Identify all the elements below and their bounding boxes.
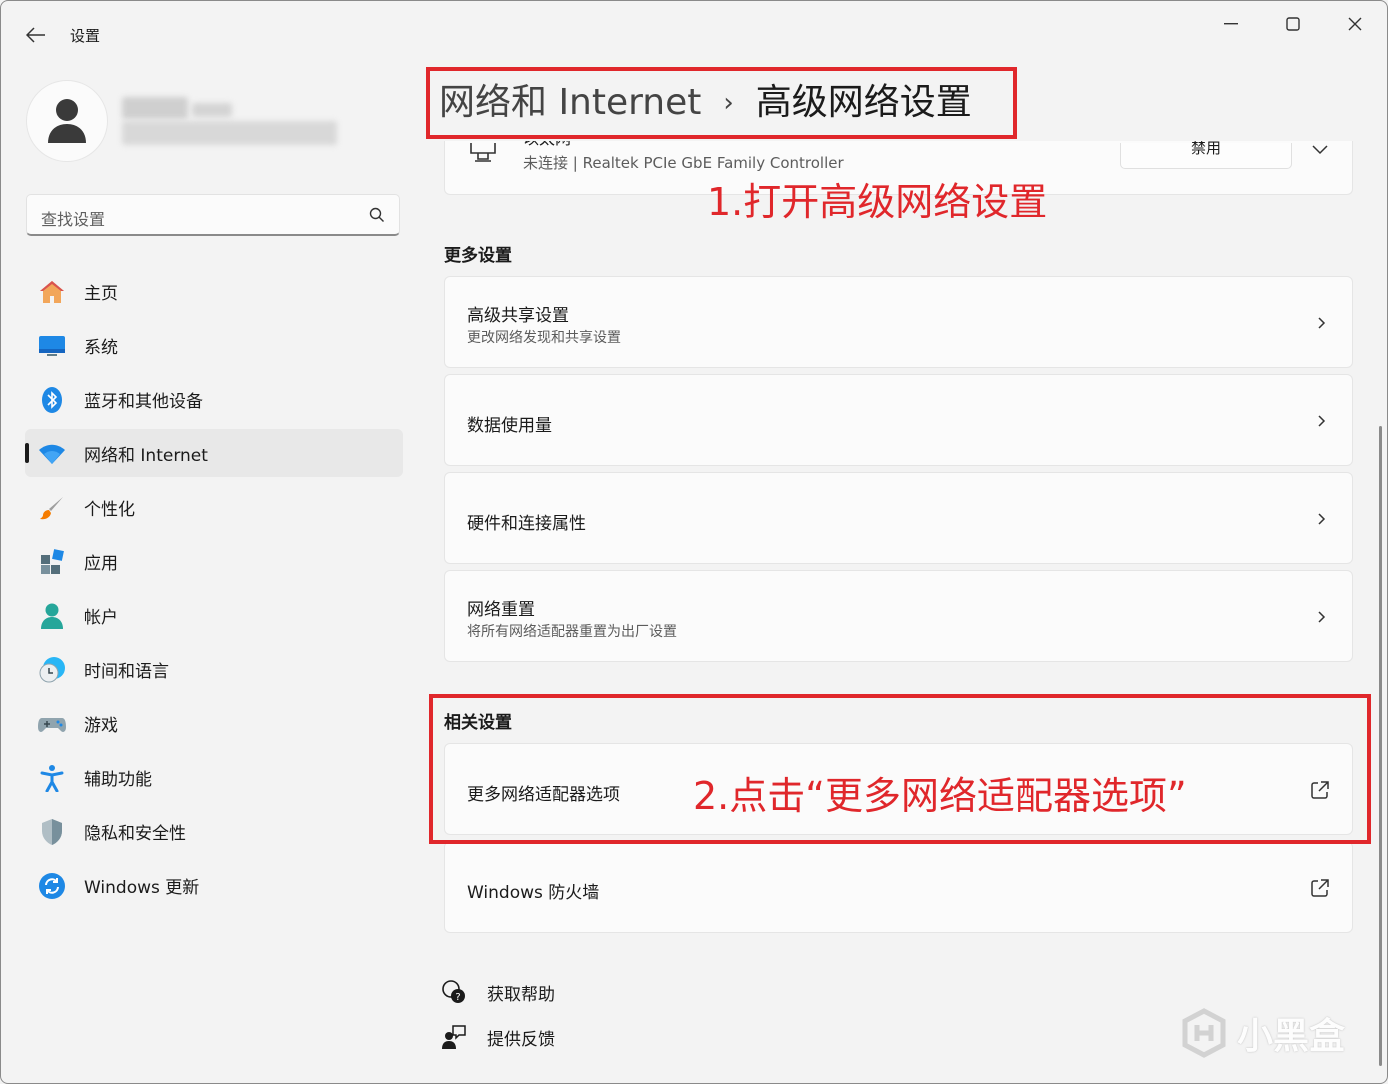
give-feedback-link[interactable]: 提供反馈	[441, 1024, 555, 1050]
minimize-button[interactable]	[1208, 11, 1254, 37]
annotation-highlight-breadcrumb	[426, 67, 1017, 139]
sidebar-item-network[interactable]: 网络和 Internet	[25, 429, 403, 477]
sidebar-item-time-language[interactable]: 时间和语言	[25, 645, 403, 693]
settings-window: 设置 查找设置 主页 系统 蓝牙和其他设备 网络和 Internet 个性化 应…	[0, 0, 1388, 1084]
card-title: 网络重置	[467, 600, 535, 620]
apps-icon	[38, 548, 66, 576]
sidebar-item-accessibility[interactable]: 辅助功能	[25, 753, 403, 801]
annotation-step2: 2.点击“更多网络适配器选项”	[693, 774, 1187, 818]
disable-button[interactable]: 禁用	[1120, 141, 1292, 169]
card-title: 数据使用量	[467, 416, 552, 436]
close-icon	[1348, 17, 1362, 31]
sidebar-item-label: 隐私和安全性	[84, 823, 186, 844]
get-help-label: 获取帮助	[487, 984, 555, 1005]
sidebar-item-accounts[interactable]: 帐户	[25, 591, 403, 639]
advanced-sharing-settings-card[interactable]: 高级共享设置 更改网络发现和共享设置	[444, 276, 1353, 368]
bluetooth-icon	[38, 386, 66, 414]
privacy-shield-icon	[38, 818, 66, 846]
help-icon: ?	[441, 979, 467, 1005]
hardware-connection-properties-card[interactable]: 硬件和连接属性	[444, 472, 1353, 564]
gaming-icon	[38, 710, 66, 738]
section-title-more-settings: 更多设置	[444, 246, 512, 266]
search-icon	[369, 207, 384, 222]
avatar[interactable]	[26, 80, 108, 162]
adapter-status: 未连接 | Realtek PCIe GbE Family Controller	[523, 154, 844, 172]
get-help-link[interactable]: ? 获取帮助	[441, 979, 555, 1005]
sidebar-item-windows-update[interactable]: Windows 更新	[25, 861, 403, 909]
time-language-icon	[38, 656, 66, 684]
sidebar-item-label: 个性化	[84, 499, 135, 520]
ethernet-icon	[470, 143, 496, 162]
scrollbar[interactable]	[1379, 426, 1382, 1066]
annotation-step1: 1.打开高级网络设置	[707, 180, 1048, 224]
search-placeholder: 查找设置	[41, 210, 106, 229]
maximize-icon	[1286, 17, 1300, 31]
app-title: 设置	[70, 27, 101, 45]
give-feedback-label: 提供反馈	[487, 1029, 555, 1050]
sidebar-item-label: 时间和语言	[84, 661, 169, 682]
back-button[interactable]	[21, 21, 51, 49]
sidebar-item-label: 网络和 Internet	[84, 445, 208, 466]
account-icon	[38, 602, 66, 630]
update-icon	[38, 872, 66, 900]
windows-firewall-card[interactable]: Windows 防火墙	[444, 841, 1353, 933]
sidebar-item-label: 帐户	[84, 607, 118, 628]
sidebar-item-home[interactable]: 主页	[25, 267, 403, 315]
sidebar-item-label: 系统	[84, 337, 118, 358]
maximize-button[interactable]	[1270, 11, 1316, 37]
home-icon	[38, 278, 66, 306]
card-title: Windows 防火墙	[467, 883, 600, 903]
watermark: 小黑盒	[1179, 1007, 1345, 1059]
sidebar-item-label: 应用	[84, 553, 118, 574]
sidebar-item-system[interactable]: 系统	[25, 321, 403, 369]
feedback-icon	[441, 1024, 467, 1050]
wifi-icon	[38, 440, 66, 468]
sidebar-item-label: Windows 更新	[84, 877, 200, 898]
close-button[interactable]	[1332, 11, 1378, 37]
system-icon	[38, 332, 66, 360]
chevron-right-icon	[1318, 317, 1326, 329]
sidebar-item-label: 蓝牙和其他设备	[84, 391, 203, 412]
sidebar-item-bluetooth[interactable]: 蓝牙和其他设备	[25, 375, 403, 423]
chevron-down-icon[interactable]	[1312, 145, 1328, 155]
sidebar-item-gaming[interactable]: 游戏	[25, 699, 403, 747]
watermark-logo-icon	[1182, 1008, 1226, 1058]
card-subtitle: 更改网络发现和共享设置	[467, 330, 621, 346]
sidebar-item-label: 主页	[84, 283, 118, 304]
minimize-icon	[1224, 23, 1238, 25]
sidebar-item-label: 游戏	[84, 715, 118, 736]
user-name-blurred	[122, 97, 339, 149]
chevron-right-icon	[1318, 415, 1326, 427]
sidebar-item-privacy[interactable]: 隐私和安全性	[25, 807, 403, 855]
svg-text:?: ?	[455, 992, 460, 1003]
back-arrow-icon	[26, 27, 45, 43]
sidebar-item-personalization[interactable]: 个性化	[25, 483, 403, 531]
chevron-right-icon	[1318, 611, 1326, 623]
external-link-icon	[1311, 879, 1329, 897]
search-input[interactable]: 查找设置	[26, 194, 400, 236]
brush-icon	[38, 494, 66, 522]
card-subtitle: 将所有网络适配器重置为出厂设置	[467, 624, 677, 640]
user-icon	[48, 99, 86, 143]
chevron-right-icon	[1318, 513, 1326, 525]
network-reset-card[interactable]: 网络重置 将所有网络适配器重置为出厂设置	[444, 570, 1353, 662]
sidebar-item-apps[interactable]: 应用	[25, 537, 403, 585]
sidebar-nav: 主页 系统 蓝牙和其他设备 网络和 Internet 个性化 应用 帐户 时间和…	[25, 267, 403, 915]
accessibility-icon	[38, 764, 66, 792]
card-title: 硬件和连接属性	[467, 514, 586, 534]
watermark-text: 小黑盒	[1237, 1016, 1346, 1057]
sidebar-item-label: 辅助功能	[84, 769, 152, 790]
card-title: 高级共享设置	[467, 306, 569, 326]
data-usage-card[interactable]: 数据使用量	[444, 374, 1353, 466]
